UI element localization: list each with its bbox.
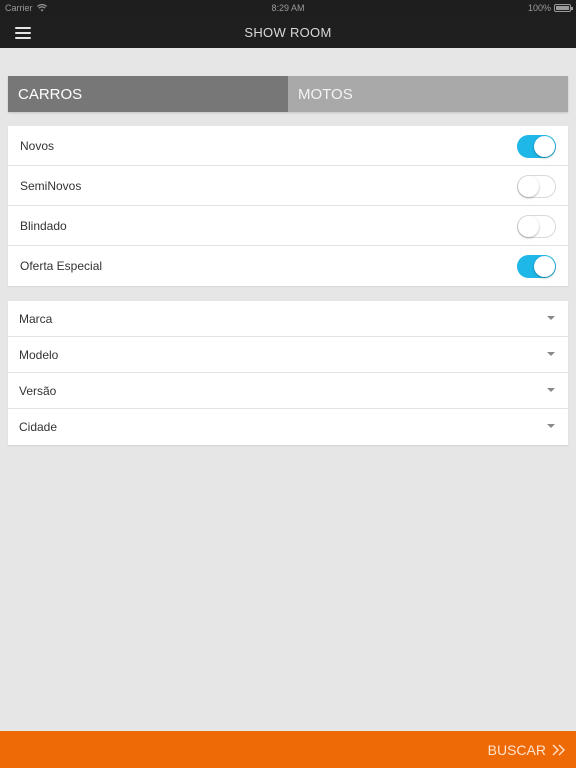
battery-icon [554, 4, 573, 12]
blindado-toggle[interactable] [517, 215, 556, 238]
navigation-bar: SHOW ROOM [0, 16, 576, 48]
filter-label: Oferta Especial [20, 259, 103, 273]
filter-row-blindado: Blindado [8, 206, 568, 246]
battery-percent: 100% [527, 3, 551, 13]
dropdown-arrow-icon [547, 352, 555, 356]
double-chevron-right-icon [552, 744, 565, 755]
dropdown-arrow-icon [547, 388, 555, 392]
marca-select[interactable]: Marca [8, 301, 568, 337]
tab-label: CARROS [18, 85, 83, 103]
tab-label: MOTOS [298, 85, 353, 103]
filter-row-seminovos: SemiNovos [8, 166, 568, 206]
status-time: 8:29 AM [271, 3, 305, 13]
modelo-select[interactable]: Modelo [8, 337, 568, 373]
oferta-especial-toggle[interactable] [517, 255, 556, 278]
tab-motos[interactable]: MOTOS [288, 76, 568, 112]
dropdown-arrow-icon [547, 316, 555, 320]
filter-row-oferta-especial: Oferta Especial [8, 246, 568, 286]
filter-row-novos: Novos [8, 126, 568, 166]
cidade-select[interactable]: Cidade [8, 409, 568, 445]
filter-label: Novos [20, 138, 55, 153]
buscar-label: BUSCAR [487, 741, 546, 758]
versao-select[interactable]: Versão [8, 373, 568, 409]
select-label: Versão [19, 383, 57, 398]
page-title: SHOW ROOM [244, 25, 332, 40]
dropdown-arrow-icon [547, 424, 555, 428]
footer-bar: BUSCAR [0, 731, 576, 768]
buscar-button[interactable]: BUSCAR [488, 731, 566, 768]
novos-toggle[interactable] [517, 135, 556, 158]
condition-filters-card: Novos SemiNovos Blindado Oferta Especial [8, 126, 568, 286]
tab-carros[interactable]: CARROS [8, 76, 288, 112]
seminovos-toggle[interactable] [517, 175, 556, 198]
status-bar: Carrier 8:29 AM 100% [0, 0, 576, 16]
select-label: Marca [19, 311, 53, 326]
vehicle-select-card: Marca Modelo Versão Cidade [8, 301, 568, 445]
filter-label: Blindado [20, 218, 67, 233]
filter-label: SemiNovos [20, 178, 82, 193]
vehicle-type-tabs: CARROS MOTOS [8, 76, 568, 112]
battery-indicator: 100% [527, 3, 573, 13]
select-label: Modelo [19, 347, 59, 362]
select-label: Cidade [19, 420, 58, 434]
